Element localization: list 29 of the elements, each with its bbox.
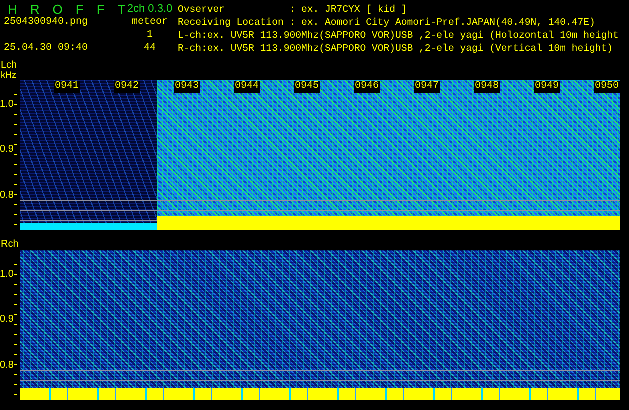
axis-tick-label: 1.0 [0, 269, 14, 280]
channel-label: Rch [1, 240, 20, 250]
axis-tick-label: 0.8 [0, 360, 14, 371]
file-name: 2504300940.png [3, 16, 90, 29]
time-label: 0945 [294, 81, 320, 93]
station-info-line: L-ch:ex. UV5R 113.900Mhz(SAPPORO VOR)USB ,2-ele yagi (Holozontal 10m height [178, 29, 620, 42]
date-time: 25.04.30 09:40 [3, 42, 90, 55]
station-info-line: R-ch:ex. UV5R 113.900Mhz(SAPPORO VOR)USB ,2-ele yagi (Vertical 10m height) [178, 42, 614, 55]
station-info-line: Receiving Location : ex. Aomori City Aomori-Pref.JAPAN(40.49N, 140.47E) [178, 16, 596, 29]
meteor-label: meteor [132, 16, 168, 29]
time-label: 0946 [354, 81, 380, 93]
time-label: 0947 [414, 81, 440, 93]
axis-tick-label: 0.9 [0, 314, 14, 326]
meteor-count: 1 [146, 29, 153, 42]
time-label: 0942 [114, 81, 140, 93]
channel-label: Lch [1, 61, 18, 71]
version-label: 2ch 0.3.0 [127, 3, 173, 16]
time-label: 0949 [534, 81, 560, 93]
time-label: 0944 [234, 81, 260, 93]
station-info-line: Ovserver : ex. JR7CYX [ kid ] [178, 3, 408, 16]
meteor-count: 44 [144, 42, 156, 55]
unit-label: kHz [1, 71, 18, 80]
axis-tick-label: 0.9 [0, 144, 14, 156]
axis-tick-label: 0.8 [0, 190, 14, 201]
axis-tick-label: 1.0 [0, 99, 14, 110]
time-label: 0950 [594, 81, 620, 93]
time-label: 0943 [174, 81, 200, 93]
time-label: 0948 [474, 81, 500, 93]
time-label: 0941 [54, 81, 80, 93]
